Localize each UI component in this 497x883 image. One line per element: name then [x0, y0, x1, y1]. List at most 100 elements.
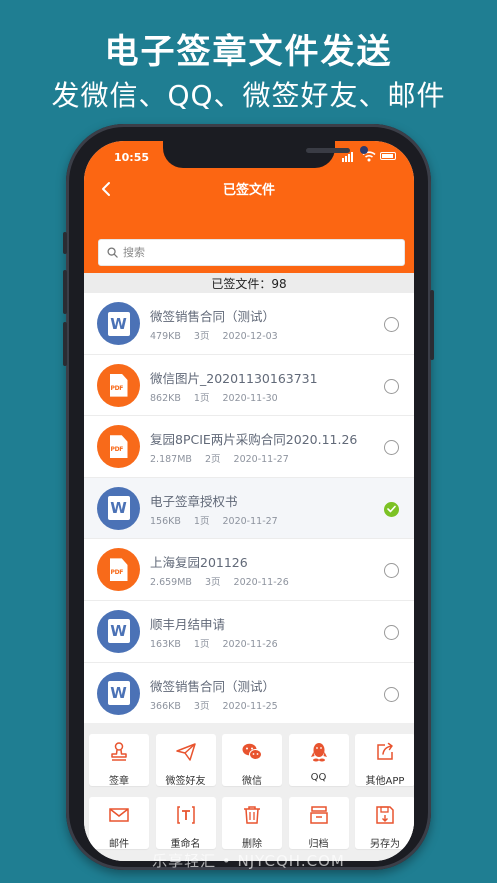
file-row[interactable]: PDF 微信图片_20201130163731 862KB 1页 2020-11… [84, 354, 414, 417]
action-label: QQ [310, 772, 327, 783]
pdf-file-icon: PDF [97, 425, 140, 469]
file-row[interactable]: W 微签销售合同（测试） 479KB 3页 2020-12-03 [84, 293, 414, 355]
phone-speaker [306, 148, 350, 153]
status-time: 10:55 [114, 151, 150, 164]
select-radio[interactable] [384, 686, 399, 702]
phone-screen: 10:55 已签文件 搜索 已签文件：98 W 微签销售合同（测试） 479KB… [84, 141, 414, 861]
search-icon [107, 247, 118, 258]
action-panel: 签章 微签好友 微信 QQ 其他APP 邮件 重命名 删除 归档 另存为 [84, 723, 414, 861]
pdf-file-glyph: PDF [109, 435, 128, 459]
word-file-glyph: W [107, 496, 130, 521]
phone-power-button [430, 290, 434, 360]
signed-count: 已签文件：98 [84, 273, 414, 293]
file-date: 2020-11-26 [233, 577, 289, 589]
file-size: 2.187MB [150, 454, 192, 466]
action-button-wechat[interactable]: 微信 [222, 734, 282, 787]
pdf-label: PDF [110, 384, 124, 392]
file-name: 微签销售合同（测试） [150, 309, 276, 324]
pdf-label: PDF [110, 569, 124, 577]
pdf-file-icon: PDF [97, 548, 140, 592]
file-meta: 2.659MB 3页 2020-11-26 [150, 574, 299, 588]
file-meta: 2.187MB 2页 2020-11-27 [150, 451, 299, 465]
file-date: 2020-11-27 [233, 454, 289, 466]
action-label: 归档 [308, 839, 329, 850]
action-button-stamp[interactable]: 签章 [89, 734, 149, 787]
phone-camera [360, 146, 368, 154]
word-file-glyph: W [107, 619, 130, 644]
wechat-icon [241, 741, 263, 767]
file-size: 156KB [150, 515, 181, 527]
action-button-save-as[interactable]: 另存为 [355, 797, 414, 850]
battery-icon [380, 152, 396, 160]
file-name: 电子签章授权书 [150, 493, 238, 509]
file-pages: 2页 [204, 454, 221, 466]
share-icon [374, 741, 396, 767]
file-row[interactable]: W 电子签章授权书 156KB 1页 2020-11-27 [84, 477, 414, 540]
word-file-icon: W [97, 302, 140, 345]
status-icons [342, 150, 402, 162]
promo-subheadline: 发微信、QQ、微签好友、邮件 [51, 79, 446, 112]
select-radio[interactable] [384, 378, 399, 394]
file-size: 479KB [150, 331, 181, 342]
file-size: 366KB [150, 700, 181, 712]
file-pages: 1页 [193, 515, 210, 527]
file-row[interactable]: W 微签销售合同（测试） 366KB 3页 2020-11-25 [84, 662, 414, 723]
select-radio-checked[interactable] [384, 501, 399, 517]
file-name: 复园8PCIE两片采购合同2020.11.26 [150, 432, 358, 448]
page-title: 已签文件 [222, 183, 275, 198]
phone-volume-up [63, 270, 67, 314]
file-pages: 3页 [204, 577, 221, 589]
select-radio[interactable] [384, 440, 399, 456]
file-name: 顺丰月结申请 [150, 616, 226, 632]
phone-notch [163, 141, 368, 168]
file-date: 2020-11-30 [222, 392, 278, 404]
word-file-icon: W [97, 486, 140, 530]
search-box[interactable] [98, 239, 405, 266]
action-label: 重命名 [170, 839, 201, 850]
search-input[interactable] [123, 246, 383, 259]
save-as-icon [374, 804, 396, 830]
select-radio[interactable] [384, 563, 399, 579]
file-meta: 862KB 1页 2020-11-30 [150, 390, 288, 404]
file-meta: 163KB 1页 2020-11-26 [150, 636, 288, 650]
word-file-icon: W [97, 609, 140, 653]
archive-icon [308, 804, 330, 830]
file-list: W 微签销售合同（测试） 479KB 3页 2020-12-03 PDF 微信图… [84, 293, 414, 723]
select-radio[interactable] [384, 317, 399, 332]
check-icon [387, 505, 396, 513]
file-row[interactable]: PDF 上海复园201126 2.659MB 3页 2020-11-26 [84, 539, 414, 601]
action-label: 另存为 [370, 839, 400, 850]
mail-icon [108, 804, 130, 830]
action-button-paper-plane[interactable]: 微签好友 [155, 734, 216, 787]
action-label: 其他APP [365, 776, 405, 787]
file-name: 上海复园201126 [150, 555, 248, 571]
paper-plane-icon [175, 741, 197, 767]
file-size: 862KB [150, 392, 181, 404]
select-radio[interactable] [384, 624, 399, 640]
trash-icon [241, 804, 263, 830]
word-file-icon: W [97, 671, 140, 715]
promo-headline: 电子签章文件发送 [104, 32, 393, 72]
action-button-mail[interactable]: 邮件 [89, 797, 149, 850]
file-pages: 3页 [193, 700, 210, 712]
word-file-glyph: W [107, 311, 130, 336]
stamp-icon [108, 741, 130, 767]
action-label: 微签好友 [165, 776, 206, 787]
action-button-rename[interactable]: 重命名 [155, 797, 216, 850]
action-label: 邮件 [109, 839, 129, 850]
watermark: 乐享轻汇 • NJYCQH.COM [152, 852, 345, 870]
qq-icon [308, 741, 330, 767]
action-label: 删除 [242, 839, 262, 850]
action-button-share[interactable]: 其他APP [355, 734, 414, 787]
file-name: 微签销售合同（测试） [150, 678, 276, 694]
file-size: 163KB [150, 638, 181, 650]
file-meta: 366KB 3页 2020-11-25 [150, 698, 288, 712]
pdf-file-glyph: PDF [109, 373, 128, 397]
action-button-archive[interactable]: 归档 [288, 797, 349, 850]
file-row[interactable]: W 顺丰月结申请 163KB 1页 2020-11-26 [84, 600, 414, 663]
file-pages: 1页 [193, 392, 210, 404]
action-button-trash[interactable]: 删除 [222, 797, 282, 850]
phone-mute-switch [63, 232, 67, 254]
file-row[interactable]: PDF 复园8PCIE两片采购合同2020.11.26 2.187MB 2页 2… [84, 416, 414, 478]
action-button-qq[interactable]: QQ [288, 734, 349, 786]
